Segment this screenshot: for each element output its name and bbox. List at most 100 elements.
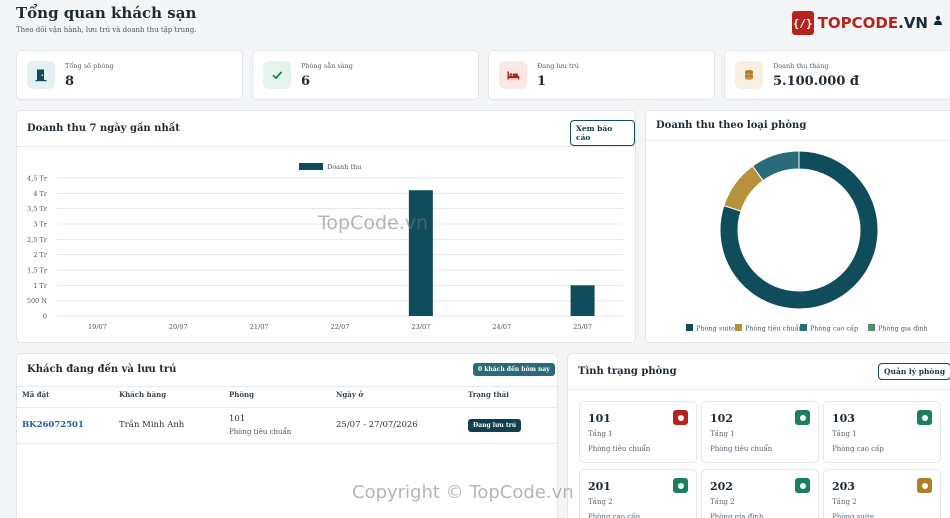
page-subtitle: Theo dõi vận hành, lưu trú và doanh thu … — [16, 26, 197, 34]
logo-badge: {/} — [791, 11, 814, 35]
room-card[interactable]: 203 Tầng 2 Phòng suite — [823, 469, 941, 518]
room-card[interactable]: 202 Tầng 2 Phòng gia đình — [701, 469, 819, 518]
kpi-card-ready-rooms: Phòng sẵn sàng 6 — [252, 50, 479, 100]
y-tick-label: 4 Tr — [33, 190, 48, 198]
manage-rooms-button[interactable]: Quản lý phòng — [878, 363, 950, 380]
legend-swatch — [299, 163, 323, 170]
column-header-dates[interactable]: Ngày ở — [336, 390, 363, 399]
arrivals-today-badge: 0 khách đến hôm nay — [473, 363, 555, 376]
room-type: Phòng suite — [832, 513, 874, 518]
y-tick-label: 3 Tr — [33, 221, 48, 229]
divider — [17, 146, 635, 147]
x-tick-label: 25/07 — [573, 323, 592, 331]
room-type-revenue-panel: Doanh thu theo loại phòng Phòng suite Phò… — [645, 110, 950, 343]
room-number: 201 — [588, 480, 611, 493]
x-tick-label: 20/07 — [169, 323, 188, 331]
x-tick-label: 24/07 — [492, 323, 511, 331]
panel-title: Tình trạng phòng — [578, 366, 677, 377]
divider — [17, 407, 557, 408]
bar — [408, 190, 433, 316]
arrivals-panel: Khách đang đến và lưu trú 0 khách đến hô… — [16, 353, 558, 518]
column-header-code[interactable]: Mã đặt — [22, 390, 49, 399]
legend-label: Doanh thu — [327, 163, 361, 171]
room-card[interactable]: 103 Tầng 1 Phòng cao cấp — [823, 401, 941, 463]
legend-label: Phòng cao cấp — [810, 324, 858, 333]
view-report-button[interactable]: Xem báo cáo — [570, 120, 635, 146]
kpi-card-staying: Đang lưu trú 1 — [488, 50, 715, 100]
room-type: Phòng cao cấp — [588, 513, 640, 518]
divider — [17, 386, 557, 387]
booking-code-link[interactable]: BK26072501 — [22, 420, 84, 430]
customer-name: Trần Minh Anh — [119, 420, 185, 430]
column-header-room[interactable]: Phòng — [229, 390, 254, 399]
room-card[interactable]: 101 Tầng 1 Phòng tiêu chuẩn — [579, 401, 697, 463]
panel-title: Doanh thu theo loại phòng — [656, 120, 807, 131]
kpi-value: 5.100.000 đ — [773, 73, 859, 89]
room-status-icon — [917, 478, 932, 493]
y-tick-label: 2 Tr — [33, 251, 48, 259]
panel-title: Doanh thu 7 ngày gần nhất — [27, 123, 180, 134]
check-icon — [263, 61, 291, 89]
status-badge: Đang lưu trú — [468, 419, 522, 432]
kpi-value: 1 — [537, 73, 547, 89]
x-tick-label: 19/07 — [88, 323, 107, 331]
x-tick-label: 23/07 — [411, 323, 430, 331]
room-floor: Tầng 1 — [588, 430, 613, 438]
divider — [568, 389, 950, 390]
room-status-icon — [917, 410, 932, 425]
kpi-label: Doanh thu tháng — [773, 61, 829, 70]
kpi-card-monthly-revenue: Doanh thu tháng 5.100.000 đ — [724, 50, 950, 100]
y-tick-label: 1,5 Tr — [27, 267, 48, 275]
coins-icon — [735, 61, 763, 89]
legend-label: Phòng gia đình — [878, 325, 928, 333]
room-floor: Tầng 1 — [710, 430, 735, 438]
legend-swatch — [686, 324, 693, 331]
room-number: 101 — [229, 414, 246, 424]
room-number: 101 — [588, 412, 611, 425]
room-card[interactable]: 201 Tầng 2 Phòng cao cấp — [579, 469, 697, 518]
room-type: Phòng cao cấp — [832, 445, 884, 453]
room-status-icon — [673, 478, 688, 493]
room-floor: Tầng 2 — [710, 498, 735, 506]
legend-swatch — [800, 324, 807, 331]
y-tick-label: 1 Tr — [33, 282, 48, 290]
kpi-value: 8 — [65, 73, 75, 89]
stay-dates: 25/07 - 27/07/2026 — [336, 420, 418, 430]
y-tick-label: 500 N — [27, 297, 47, 305]
x-tick-label: 22/07 — [331, 323, 350, 331]
kpi-label: Tổng số phòng — [65, 61, 114, 70]
room-number: 103 — [832, 412, 855, 425]
divider — [17, 443, 557, 444]
topcode-logo[interactable]: {/} TOPCODE.VN — [791, 11, 928, 35]
kpi-label: Đang lưu trú — [537, 61, 579, 70]
column-header-customer[interactable]: Khách hàng — [119, 390, 166, 399]
legend-label: Phòng tiêu chuẩn — [745, 324, 803, 333]
room-status-panel: Tình trạng phòng Quản lý phòng 101 Tầng … — [567, 353, 950, 518]
room-number: 202 — [710, 480, 733, 493]
room-type-donut-chart: Phòng suite Phòng tiêu chuẩn Phòng cao cấp… — [686, 150, 928, 333]
room-floor: Tầng 1 — [832, 430, 857, 438]
room-status-icon — [795, 478, 810, 493]
revenue-chart-panel: Doanh thu 7 ngày gần nhất Xem báo cáo 0 5… — [16, 110, 636, 343]
x-tick-label: 21/07 — [250, 323, 269, 331]
user-icon[interactable] — [930, 12, 946, 28]
room-number: 102 — [710, 412, 733, 425]
y-tick-label: 0 — [43, 313, 47, 321]
donut-slice — [751, 150, 800, 182]
column-header-status[interactable]: Trạng thái — [468, 390, 509, 399]
y-tick-label: 4,5 Tr — [27, 175, 48, 183]
y-tick-label: 3,5 Tr — [27, 205, 48, 213]
room-status-icon — [795, 410, 810, 425]
room-number: 203 — [832, 480, 855, 493]
y-tick-label: 2,5 Tr — [27, 236, 48, 244]
legend-label: Phòng suite — [696, 325, 735, 333]
legend-swatch — [735, 324, 742, 331]
divider — [646, 140, 950, 141]
room-type: Phòng gia đình — [710, 513, 764, 518]
bar — [570, 285, 595, 316]
revenue-bar-chart: 0 500 N 1 Tr 1,5 Tr 2 Tr 2,5 Tr 3 Tr 3,5 Tr 4 Tr… — [27, 163, 623, 331]
room-type: Phòng tiêu chuẩn — [229, 428, 292, 436]
room-card[interactable]: 102 Tầng 1 Phòng tiêu chuẩn — [701, 401, 819, 463]
legend-swatch — [868, 324, 875, 331]
door-icon — [27, 61, 55, 89]
